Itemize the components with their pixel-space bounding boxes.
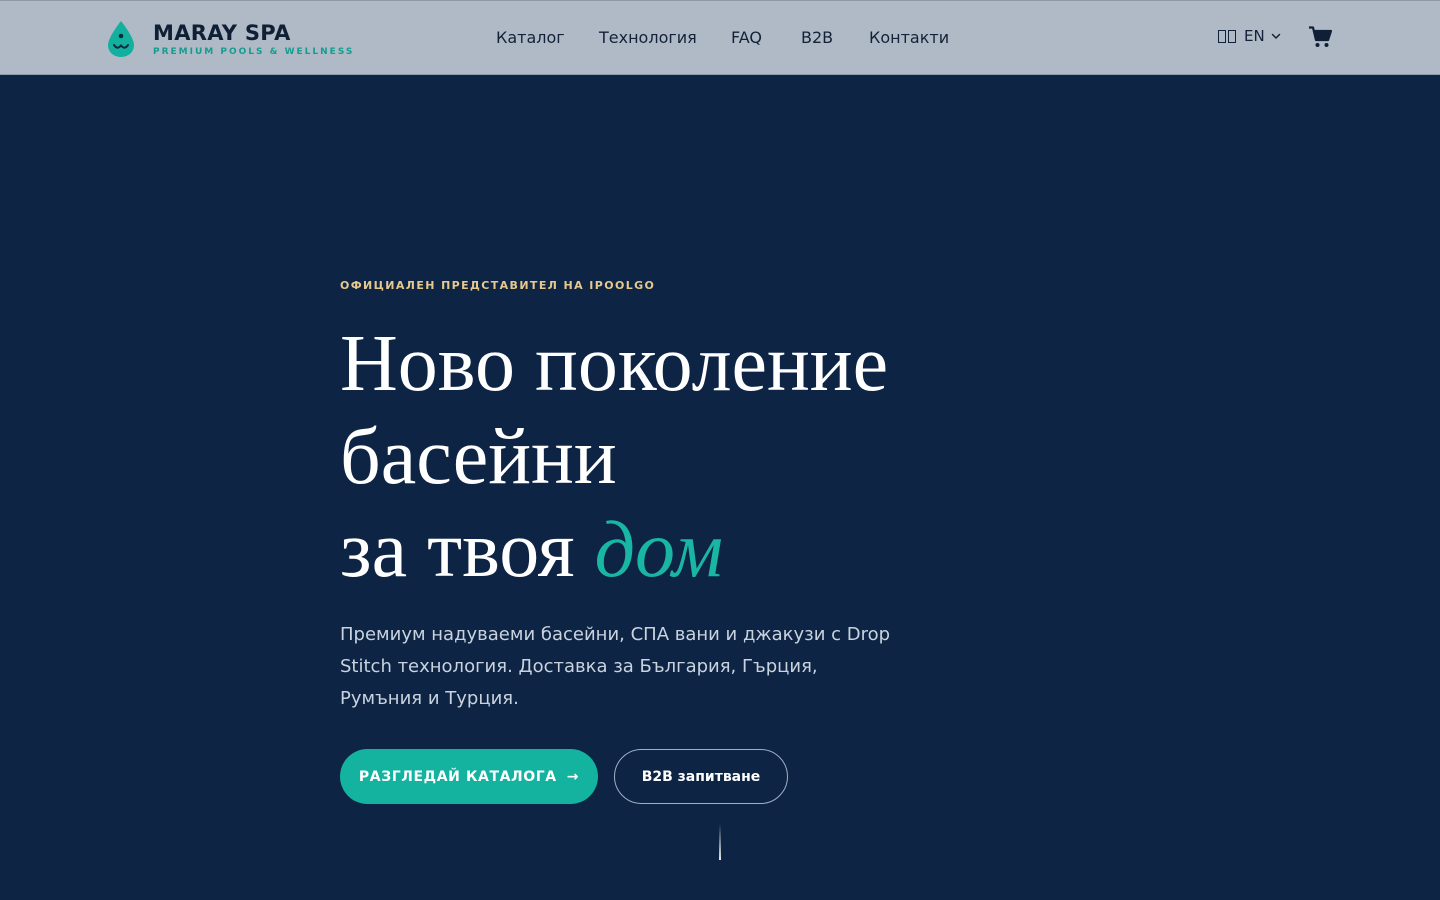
hero-headline: Ново поколение басейни за твоя дом [340, 318, 888, 597]
nav-item-faq[interactable]: FAQ [731, 28, 762, 47]
logo-title: MARAY SPA [153, 21, 291, 45]
water-drop-logo-icon [108, 21, 134, 57]
headline-line-2: басейни [340, 413, 617, 501]
hero-description: Премиум надуваеми басейни, СПА вани и дж… [340, 624, 891, 709]
headline-line-3: за твоя дом [340, 504, 888, 597]
headline-accent-word: дом [594, 506, 724, 594]
headline-line-1: Ново поколение [340, 320, 889, 408]
nav-item-technology[interactable]: Технология [599, 28, 697, 47]
browse-catalog-button[interactable]: РАЗГЛЕДАЙ КАТАЛОГА → [340, 749, 598, 804]
flag-icon [1218, 29, 1238, 43]
logo-subtitle: PREMIUM POOLS & WELLNESS [153, 47, 355, 57]
language-switcher[interactable]: EN [1218, 27, 1281, 45]
b2b-inquiry-button[interactable]: B2B запитване [614, 749, 788, 804]
scroll-indicator [719, 824, 721, 860]
nav-item-catalog[interactable]: Каталог [496, 28, 565, 47]
chevron-down-icon [1271, 33, 1280, 40]
hero-eyebrow: ОФИЦИАЛЕН ПРЕДСТАВИТЕЛ НА IPOOLGO [340, 279, 656, 292]
headline-line-3-text: за твоя [340, 506, 595, 594]
cart-icon[interactable] [1309, 26, 1332, 48]
site-header: MARAY SPA PREMIUM POOLS & WELLNESS Катал… [0, 0, 1440, 75]
b2b-inquiry-label: B2B запитване [641, 768, 761, 785]
browse-catalog-label: РАЗГЛЕДАЙ КАТАЛОГА [358, 768, 557, 785]
nav-item-b2b[interactable]: B2B [801, 28, 833, 47]
logo[interactable]: MARAY SPA PREMIUM POOLS & WELLNESS [106, 19, 354, 59]
language-code: EN [1244, 27, 1265, 45]
arrow-right-icon: → [566, 768, 580, 785]
nav-item-contacts[interactable]: Контакти [869, 28, 949, 47]
